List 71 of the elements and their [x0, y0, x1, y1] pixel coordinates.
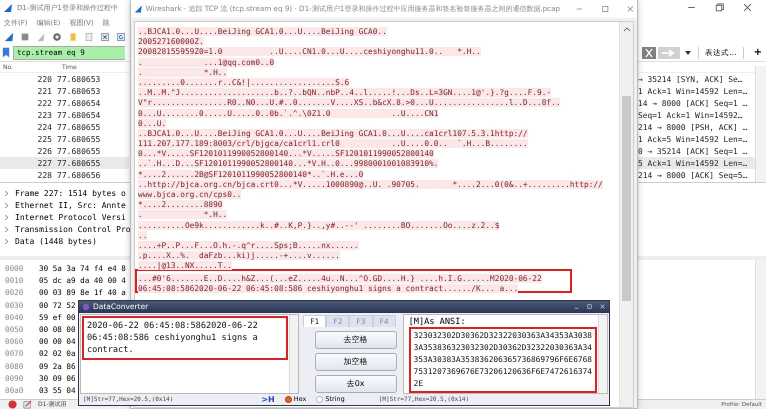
scroll-up-icon[interactable] [622, 26, 630, 32]
record-icon[interactable] [8, 400, 17, 409]
packet-row[interactable]: 221 77.680653 [0, 85, 129, 98]
packet-time: 77.680654 [56, 110, 100, 120]
restore-button[interactable] [714, 2, 725, 14]
packet-row[interactable]: 226 77.680655 [0, 145, 129, 158]
detail-item[interactable]: Ethernet II, Src: Annte [15, 200, 126, 210]
scrollbar[interactable] [755, 260, 766, 399]
scrollbar[interactable] [598, 314, 607, 392]
close-button[interactable] [599, 303, 606, 310]
packet-number: 221 [36, 86, 53, 96]
packet-number: 227 [36, 158, 53, 168]
expand-chevron-icon[interactable] [4, 202, 9, 209]
scrollbar[interactable] [755, 66, 766, 182]
bookmark-icon[interactable] [2, 46, 10, 60]
document-icon[interactable] [84, 32, 94, 42]
clear-icon[interactable] [642, 46, 656, 59]
settings-icon[interactable] [52, 32, 62, 42]
packet-number: 220 [36, 74, 53, 84]
convert-button[interactable]: 去空格 [314, 330, 397, 348]
packet-row[interactable]: 228 77.680656 [0, 169, 129, 182]
input-text: 2020-06-22 06:45:08:5862020-06-22 06:45:08:586 ceshiyonghu1 signs a contract. [87, 320, 259, 356]
packet-time: 77.680653 [56, 74, 100, 84]
radio-dot[interactable] [284, 396, 292, 403]
packet-time: 77.680655 [56, 122, 100, 132]
packet-number: 224 [36, 122, 53, 132]
packet-time: 77.680655 [56, 146, 100, 156]
convert-button[interactable]: 加空格 [314, 352, 397, 370]
mode-marker: >H [261, 394, 275, 404]
stop-icon[interactable] [20, 32, 30, 42]
input-text-area[interactable]: 2020-06-22 06:45:08:5862020-06-22 06:45:08:586 ceshiyonghu1 signs a contract. [80, 314, 300, 394]
detail-item[interactable]: Data (1448 bytes) [15, 236, 97, 246]
maximize-button[interactable] [586, 303, 593, 310]
maximize-button[interactable] [600, 4, 610, 14]
packet-time: 77.680655 [56, 158, 100, 168]
packet-number: 225 [36, 134, 53, 144]
packet-time: 77.680654 [56, 98, 100, 108]
edit-note-icon[interactable] [23, 400, 32, 409]
expand-chevron-icon[interactable] [4, 190, 9, 197]
convert-button[interactable]: 去0x [314, 374, 397, 392]
expand-chevron-icon[interactable] [4, 238, 9, 245]
radio-dot[interactable] [316, 396, 324, 403]
detail-item[interactable]: Transmission Control Pro [15, 224, 131, 234]
scrollbar[interactable] [289, 314, 298, 392]
close-file-icon[interactable] [100, 32, 110, 42]
expand-chevron-icon[interactable] [4, 226, 9, 233]
reload-icon[interactable] [116, 32, 126, 42]
shark-fin-icon [134, 4, 143, 14]
packet-number: 226 [36, 146, 53, 156]
close-button[interactable] [626, 4, 636, 14]
packet-row[interactable]: 222 77.680654 [0, 97, 129, 110]
packet-row[interactable]: 220 77.680653 [0, 73, 129, 86]
packet-number: 228 [36, 170, 53, 180]
packet-row[interactable]: 225 77.680655 [0, 133, 129, 146]
detail-item[interactable]: Internet Protocol Versi [15, 212, 126, 222]
output-label: [M]As ANSI: [408, 316, 467, 326]
packet-row[interactable]: 223 77.680654 [0, 109, 129, 122]
app-icon [82, 302, 90, 311]
shark-fin-icon [3, 2, 13, 13]
packet-row[interactable]: 227 77.680655 [0, 157, 129, 170]
packet-time: 77.680656 [56, 170, 100, 180]
scrollbar[interactable] [619, 22, 633, 407]
packet-row[interactable]: 224 77.680655 [0, 121, 129, 134]
packet-time: 77.680655 [56, 134, 100, 144]
close-button[interactable] [742, 2, 753, 14]
detail-item[interactable]: Frame 227: 1514 bytes o [15, 188, 126, 198]
shark-fin-icon[interactable] [4, 32, 14, 42]
packet-number: 222 [36, 98, 53, 108]
packet-time: 77.680653 [56, 86, 100, 96]
expand-chevron-icon[interactable] [4, 214, 9, 221]
packet-number: 223 [36, 110, 53, 120]
